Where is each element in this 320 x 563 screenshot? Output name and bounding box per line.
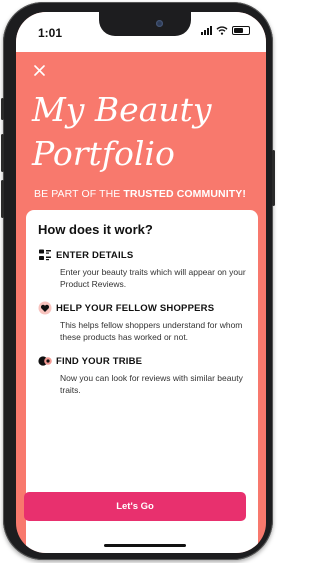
step-title: HELP YOUR FELLOW SHOPPERS (56, 302, 215, 314)
step-title: ENTER DETAILS (56, 249, 134, 261)
close-button[interactable] (34, 62, 45, 79)
wifi-icon (216, 26, 228, 35)
step-find-tribe: FIND YOUR TRIBE Now you can look for rev… (38, 354, 253, 396)
cellular-signal-icon (201, 26, 212, 35)
app-screen: 1:01 My Beauty Portfolio BE PART OF THE … (16, 12, 266, 553)
power-button (272, 150, 275, 206)
home-indicator[interactable] (104, 544, 186, 547)
tribe-icon (38, 356, 52, 366)
heart-hand-icon (38, 301, 52, 315)
page-title: My Beauty Portfolio (32, 90, 212, 173)
lets-go-button[interactable]: Let's Go (24, 492, 246, 521)
mute-switch (1, 98, 4, 120)
tagline-prefix: BE PART OF THE (34, 188, 124, 200)
notch (99, 12, 191, 36)
front-camera-icon (156, 20, 163, 27)
card-heading: How does it work? (38, 222, 153, 237)
step-description: This helps fellow shoppers understand fo… (60, 320, 243, 342)
volume-down-button (1, 180, 4, 218)
status-time: 1:01 (38, 26, 63, 40)
step-enter-details: ENTER DETAILS Enter your beauty traits w… (38, 248, 253, 290)
status-bar: 1:01 (16, 12, 266, 52)
step-help-shoppers: HELP YOUR FELLOW SHOPPERS This helps fel… (38, 301, 253, 343)
tagline-highlight: TRUSTED COMMUNITY! (123, 188, 246, 200)
details-list-icon (39, 249, 51, 261)
tagline: BE PART OF THE TRUSTED COMMUNITY! (34, 188, 246, 200)
volume-up-button (1, 134, 4, 172)
battery-icon (232, 26, 250, 35)
step-description: Enter your beauty traits which will appe… (60, 267, 246, 289)
status-icons (201, 26, 250, 35)
step-description: Now you can look for reviews with simila… (60, 373, 243, 395)
close-icon (34, 65, 45, 76)
phone-frame: 1:01 My Beauty Portfolio BE PART OF THE … (1, 2, 275, 560)
step-title: FIND YOUR TRIBE (56, 355, 143, 367)
